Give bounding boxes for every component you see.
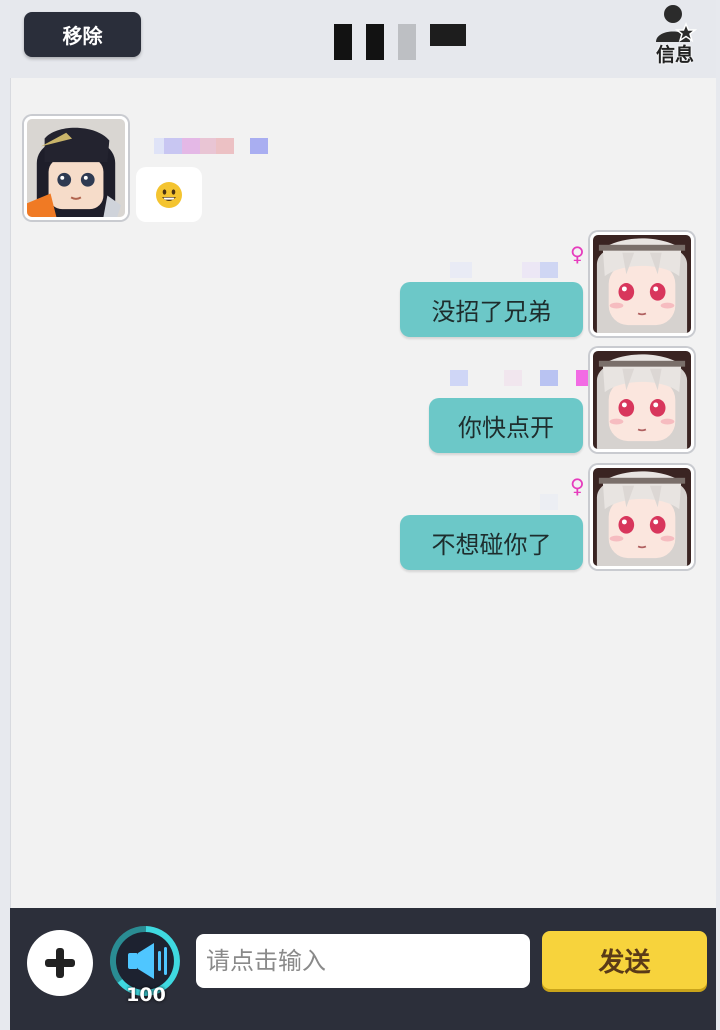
avatar-self[interactable] — [590, 232, 694, 336]
message-input[interactable] — [196, 934, 530, 988]
avatar-self[interactable] — [590, 465, 694, 569]
message-bubble-self: 不想碰你了 — [400, 515, 583, 570]
message-bubble-self: 没招了兄弟 — [400, 282, 583, 337]
add-attachment-button[interactable] — [27, 930, 93, 996]
remove-button[interactable]: 移除 — [24, 12, 141, 57]
message-bubble-self: 你快点开 — [429, 398, 583, 453]
anime-dark-hair-avatar-icon — [27, 119, 125, 217]
female-gender-icon: ♀ — [570, 242, 585, 266]
info-button[interactable]: 信息 — [648, 2, 702, 70]
avatar-other[interactable] — [24, 116, 128, 220]
sender-name-redacted — [154, 138, 268, 154]
sender-name-redacted — [540, 494, 558, 510]
plus-icon — [45, 948, 75, 978]
avatar-self[interactable] — [590, 348, 694, 452]
info-label: 信息 — [655, 44, 694, 66]
send-button[interactable]: 发送 — [542, 931, 707, 989]
voice-count: 100 — [126, 984, 166, 1006]
sender-name-redacted — [450, 262, 558, 278]
emoji-message-bubble — [136, 167, 202, 222]
anime-silver-hair-avatar-icon — [593, 351, 691, 449]
female-gender-icon: ♀ — [570, 474, 585, 498]
sender-name-redacted — [450, 370, 592, 386]
anime-silver-hair-avatar-icon — [593, 468, 691, 566]
anime-silver-hair-avatar-icon — [593, 235, 691, 333]
grinning-face-icon — [156, 181, 182, 208]
chat-title-redacted — [300, 24, 500, 80]
